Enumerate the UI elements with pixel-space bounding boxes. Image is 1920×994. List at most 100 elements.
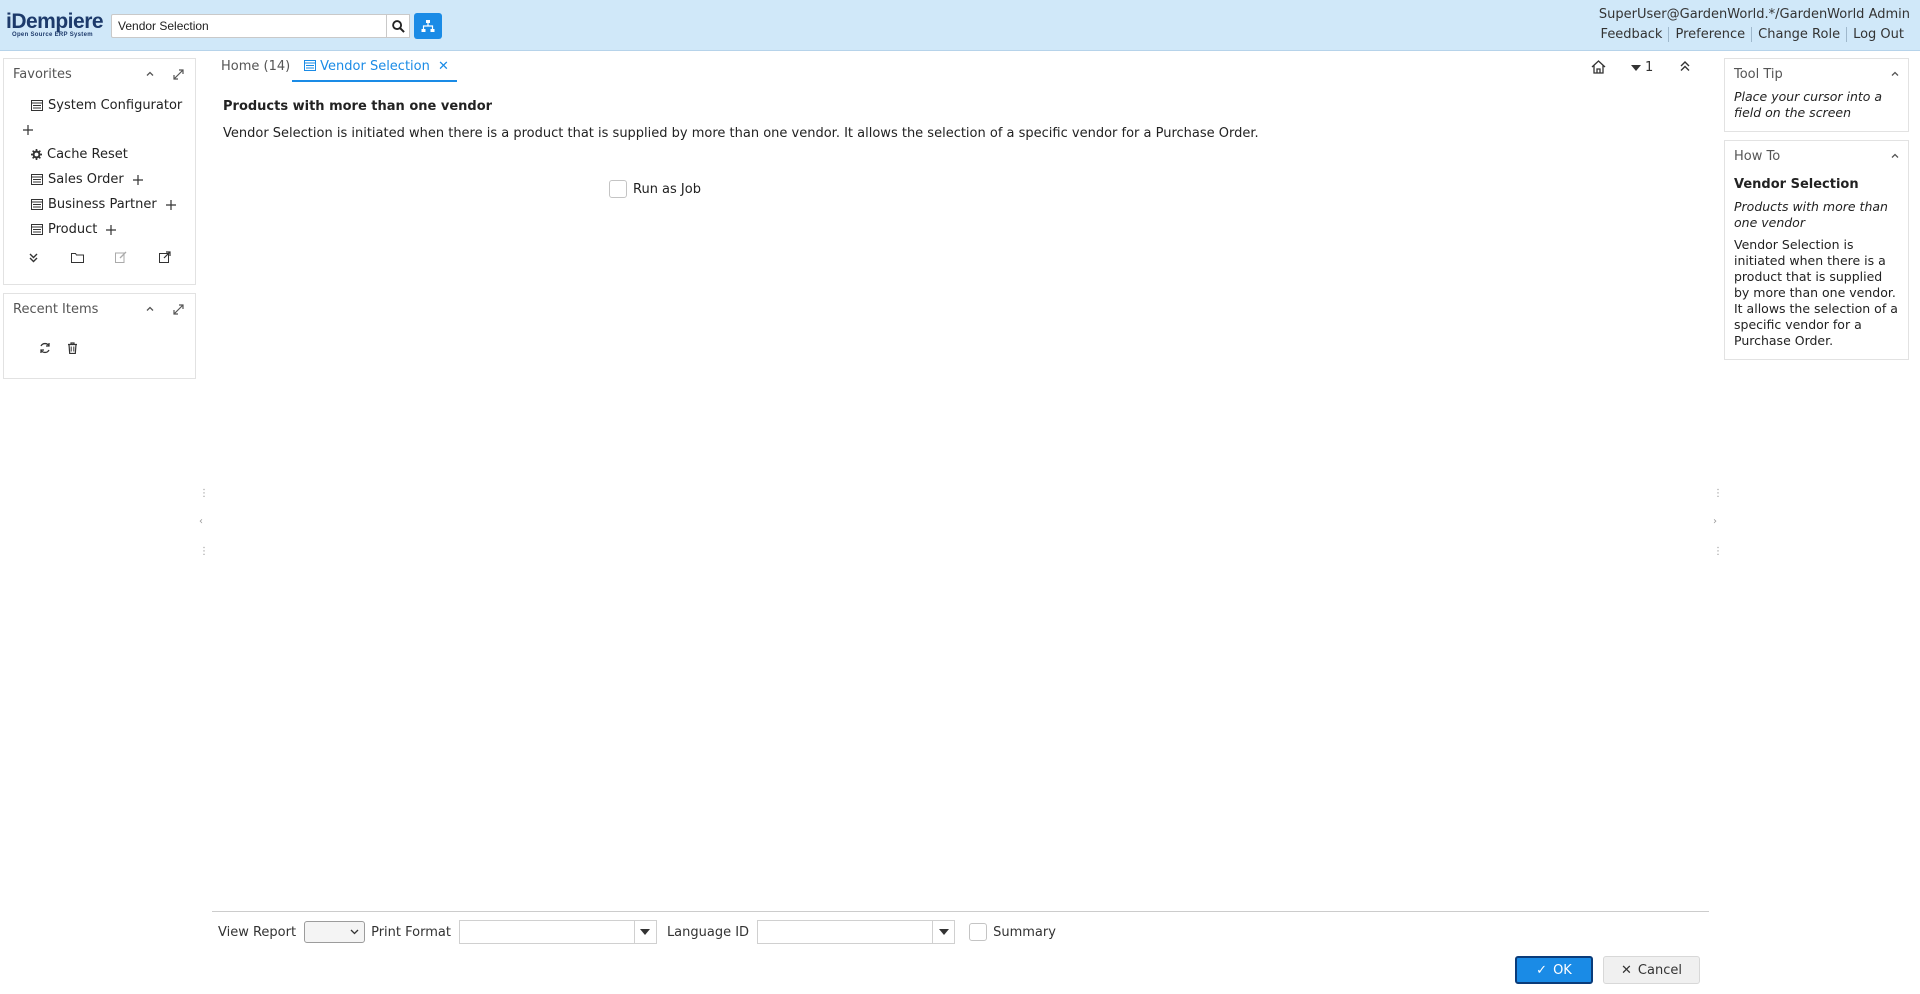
chevron-down-icon [350,929,359,935]
print-format-combobox[interactable] [458,920,657,944]
right-splitter-handle[interactable]: ⋮ [1713,488,1723,499]
run-as-job-label: Run as Job [633,181,701,197]
maximize-icon[interactable] [171,302,185,316]
howto-header: How To [1725,141,1908,171]
favorites-list: System Configurator Cache Reset Sales Or… [4,89,195,244]
cancel-button[interactable]: ✕ Cancel [1603,956,1700,984]
window-icon [304,60,316,71]
collapse-icon[interactable] [143,67,157,81]
view-report-select[interactable] [304,921,366,943]
feedback-link[interactable]: Feedback [1595,27,1669,42]
recent-items-title: Recent Items [13,301,99,317]
maximize-icon[interactable] [171,67,185,81]
menu-tree-button[interactable] [414,13,442,39]
print-format-label: Print Format [371,924,451,940]
header-bar: iDempiere Open Source ERP System SuperUs… [0,0,1920,51]
howto-body: Vendor Selection Products with more than… [1725,171,1908,359]
tooltip-text: Place your cursor into a field on the sc… [1734,89,1883,120]
summary-label: Summary [993,924,1056,940]
right-splitter-handle-2[interactable]: ⋮ [1713,546,1723,557]
gear-icon [31,149,42,160]
cancel-label: Cancel [1637,962,1682,978]
favorites-toolbar [4,244,195,274]
edit-icon[interactable] [115,251,127,267]
window-icon [31,174,43,185]
howto-heading: Vendor Selection [1734,177,1859,192]
window-tabs: Home (14) Vendor Selection ✕ 1 [209,51,1709,83]
favorite-item-business-partner[interactable]: Business Partner [4,192,195,217]
process-description: Vendor Selection is initiated when there… [223,126,1259,141]
share-icon[interactable] [159,251,171,267]
process-bottom-bar: View Report Print Format Language ID Sum… [212,911,1709,994]
ok-label: OK [1553,962,1572,978]
logout-link[interactable]: Log Out [1846,27,1910,42]
checkbox[interactable] [609,180,627,198]
collapse-icon[interactable] [143,302,157,316]
tooltip-header: Tool Tip [1725,59,1908,89]
global-search-input[interactable] [111,14,388,38]
logo-text: iDempiere [6,10,104,33]
caret-down-icon[interactable] [633,921,656,943]
search-button[interactable] [386,14,410,38]
recent-items-toolbar [4,324,195,358]
window-list-dropdown[interactable]: 1 [1631,60,1653,75]
left-splitter-handle-2[interactable]: ⋮ [199,546,209,557]
left-splitter-handle[interactable]: ⋮ [199,488,209,499]
check-icon: ✓ [1536,962,1548,978]
plus-icon[interactable] [106,224,121,235]
window-icon [31,100,43,111]
favorite-item-sales-order[interactable]: Sales Order [4,167,195,192]
view-report-label: View Report [218,924,297,940]
window-icon [31,199,43,210]
ok-button[interactable]: ✓ OK [1515,956,1593,984]
refresh-icon[interactable] [39,342,51,358]
tooltip-title: Tool Tip [1734,66,1783,82]
collapse-left-icon[interactable]: ‹ [199,516,207,527]
favorite-item-system-configurator[interactable]: System Configurator [4,93,195,118]
home-icon[interactable] [1591,60,1606,74]
plus-icon[interactable] [132,174,148,185]
caret-down-icon [1631,64,1641,71]
caret-down-icon[interactable] [932,921,954,943]
collapse-icon[interactable] [1888,67,1902,81]
folder-icon[interactable] [70,252,84,267]
preference-link[interactable]: Preference [1668,27,1751,42]
favorite-label: Product [48,222,98,237]
howto-title: How To [1734,148,1781,164]
favorites-title: Favorites [13,66,72,82]
window-count: 1 [1645,60,1654,75]
user-role-label[interactable]: SuperUser@GardenWorld.*/GardenWorld Admi… [1599,7,1910,22]
plus-icon[interactable] [165,199,181,210]
plus-icon [23,125,33,135]
header-links: Feedback Preference Change Role Log Out [1595,27,1910,42]
recent-items-panel: Recent Items [3,293,196,379]
search-icon [391,19,405,33]
add-favorite-button[interactable] [4,118,195,142]
recent-items-header: Recent Items [4,294,195,324]
favorite-label: Cache Reset [47,147,128,162]
favorite-item-product[interactable]: Product [4,217,195,242]
expand-all-icon[interactable] [28,252,39,267]
run-as-job-checkbox[interactable]: Run as Job [609,180,701,198]
tab-vendor-selection[interactable]: Vendor Selection ✕ [292,59,457,82]
change-role-link[interactable]: Change Role [1751,27,1846,42]
collapse-header-icon[interactable] [1679,60,1691,72]
collapse-right-icon[interactable]: › [1713,516,1721,527]
favorites-panel: Favorites System Configurator Cache Rese… [3,58,196,285]
tab-home[interactable]: Home (14) [221,59,290,74]
close-icon: ✕ [1621,962,1632,978]
summary-checkbox[interactable] [969,923,988,941]
report-options-row: View Report Print Format Language ID Sum… [218,920,1056,944]
favorite-label: Business Partner [48,197,157,212]
favorites-header: Favorites [4,59,195,89]
favorite-item-cache-reset[interactable]: Cache Reset [4,142,195,167]
trash-icon[interactable] [67,342,78,358]
app-logo[interactable]: iDempiere Open Source ERP System [6,10,110,38]
tab-label: Vendor Selection [320,59,430,74]
collapse-icon[interactable] [1888,149,1902,163]
howto-text: Vendor Selection is initiated when there… [1734,237,1898,348]
language-id-combobox[interactable] [757,920,956,944]
close-tab-icon[interactable]: ✕ [438,59,449,74]
tooltip-panel: Tool Tip Place your cursor into a field … [1724,58,1909,132]
sitemap-icon [421,20,435,32]
